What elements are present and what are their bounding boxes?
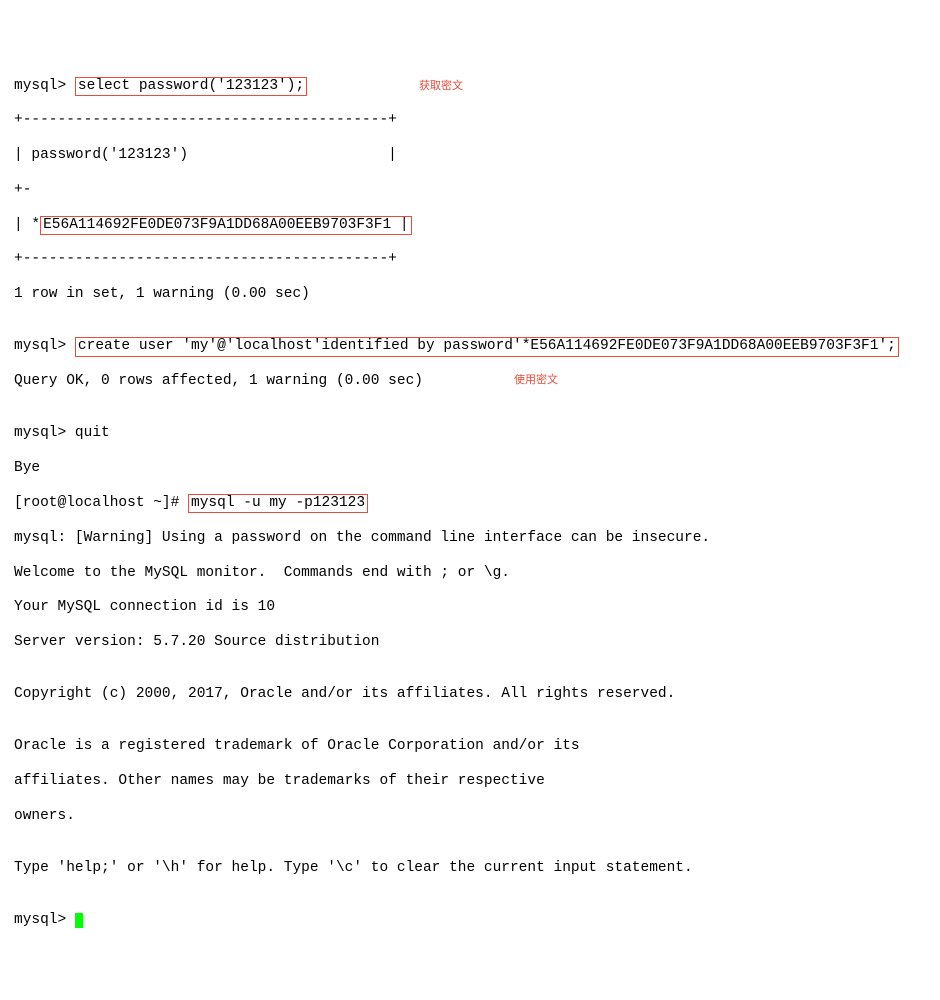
line-shell: [root@localhost ~]# mysql -u my -p123123 xyxy=(14,495,926,512)
line-divider: +---------------------------------------… xyxy=(14,112,926,129)
line-cmd2: mysql> create user 'my'@'localhost'ident… xyxy=(14,338,926,355)
line-help: Type 'help;' or '\h' for help. Type '\c'… xyxy=(14,860,926,877)
line-queryok: Query OK, 0 rows affected, 1 warning (0.… xyxy=(14,373,926,390)
shell-prompt: [root@localhost ~]# xyxy=(14,495,179,511)
cursor-icon xyxy=(75,913,83,928)
line-tm3: owners. xyxy=(14,808,926,825)
mysql-prompt: mysql> xyxy=(14,912,66,928)
hash-value: E56A114692FE0DE073F9A1DD68A00EEB9703F3F1… xyxy=(40,216,411,235)
line-quit: mysql> quit xyxy=(14,425,926,442)
mysql-prompt: mysql> xyxy=(14,338,66,354)
line-prompt-cursor[interactable]: mysql> xyxy=(14,912,926,929)
line-plus: +- xyxy=(14,182,926,199)
hash-prefix: | * xyxy=(14,217,40,233)
cmd-mysql-login: mysql -u my -p123123 xyxy=(188,494,368,513)
line-bye: Bye xyxy=(14,460,926,477)
line-copyright: Copyright (c) 2000, 2017, Oracle and/or … xyxy=(14,686,926,703)
line-server: Server version: 5.7.20 Source distributi… xyxy=(14,634,926,651)
annotation-use-ciphertext: 使用密文 xyxy=(514,374,558,387)
mysql-prompt: mysql> xyxy=(14,425,66,441)
line-warn: mysql: [Warning] Using a password on the… xyxy=(14,530,926,547)
cmd-create-user: create user 'my'@'localhost'identified b… xyxy=(75,337,899,356)
line-tm1: Oracle is a registered trademark of Orac… xyxy=(14,738,926,755)
cmd-select-password: select password('123123'); xyxy=(75,77,307,96)
line-welcome: Welcome to the MySQL monitor. Commands e… xyxy=(14,565,926,582)
line-cmd1: mysql> select password('123123'); 获取密文 xyxy=(14,78,926,95)
line-tm2: affiliates. Other names may be trademark… xyxy=(14,773,926,790)
line-divider2: +---------------------------------------… xyxy=(14,251,926,268)
mysql-prompt: mysql> xyxy=(14,78,66,94)
line-hash: | *E56A114692FE0DE073F9A1DD68A00EEB9703F… xyxy=(14,217,926,234)
cmd-quit: quit xyxy=(75,425,110,441)
line-header: | password('123123') | xyxy=(14,147,926,164)
annotation-get-ciphertext: 获取密文 xyxy=(419,80,463,93)
line-result: 1 row in set, 1 warning (0.00 sec) xyxy=(14,286,926,303)
query-ok: Query OK, 0 rows affected, 1 warning (0.… xyxy=(14,373,423,389)
line-connid: Your MySQL connection id is 10 xyxy=(14,599,926,616)
